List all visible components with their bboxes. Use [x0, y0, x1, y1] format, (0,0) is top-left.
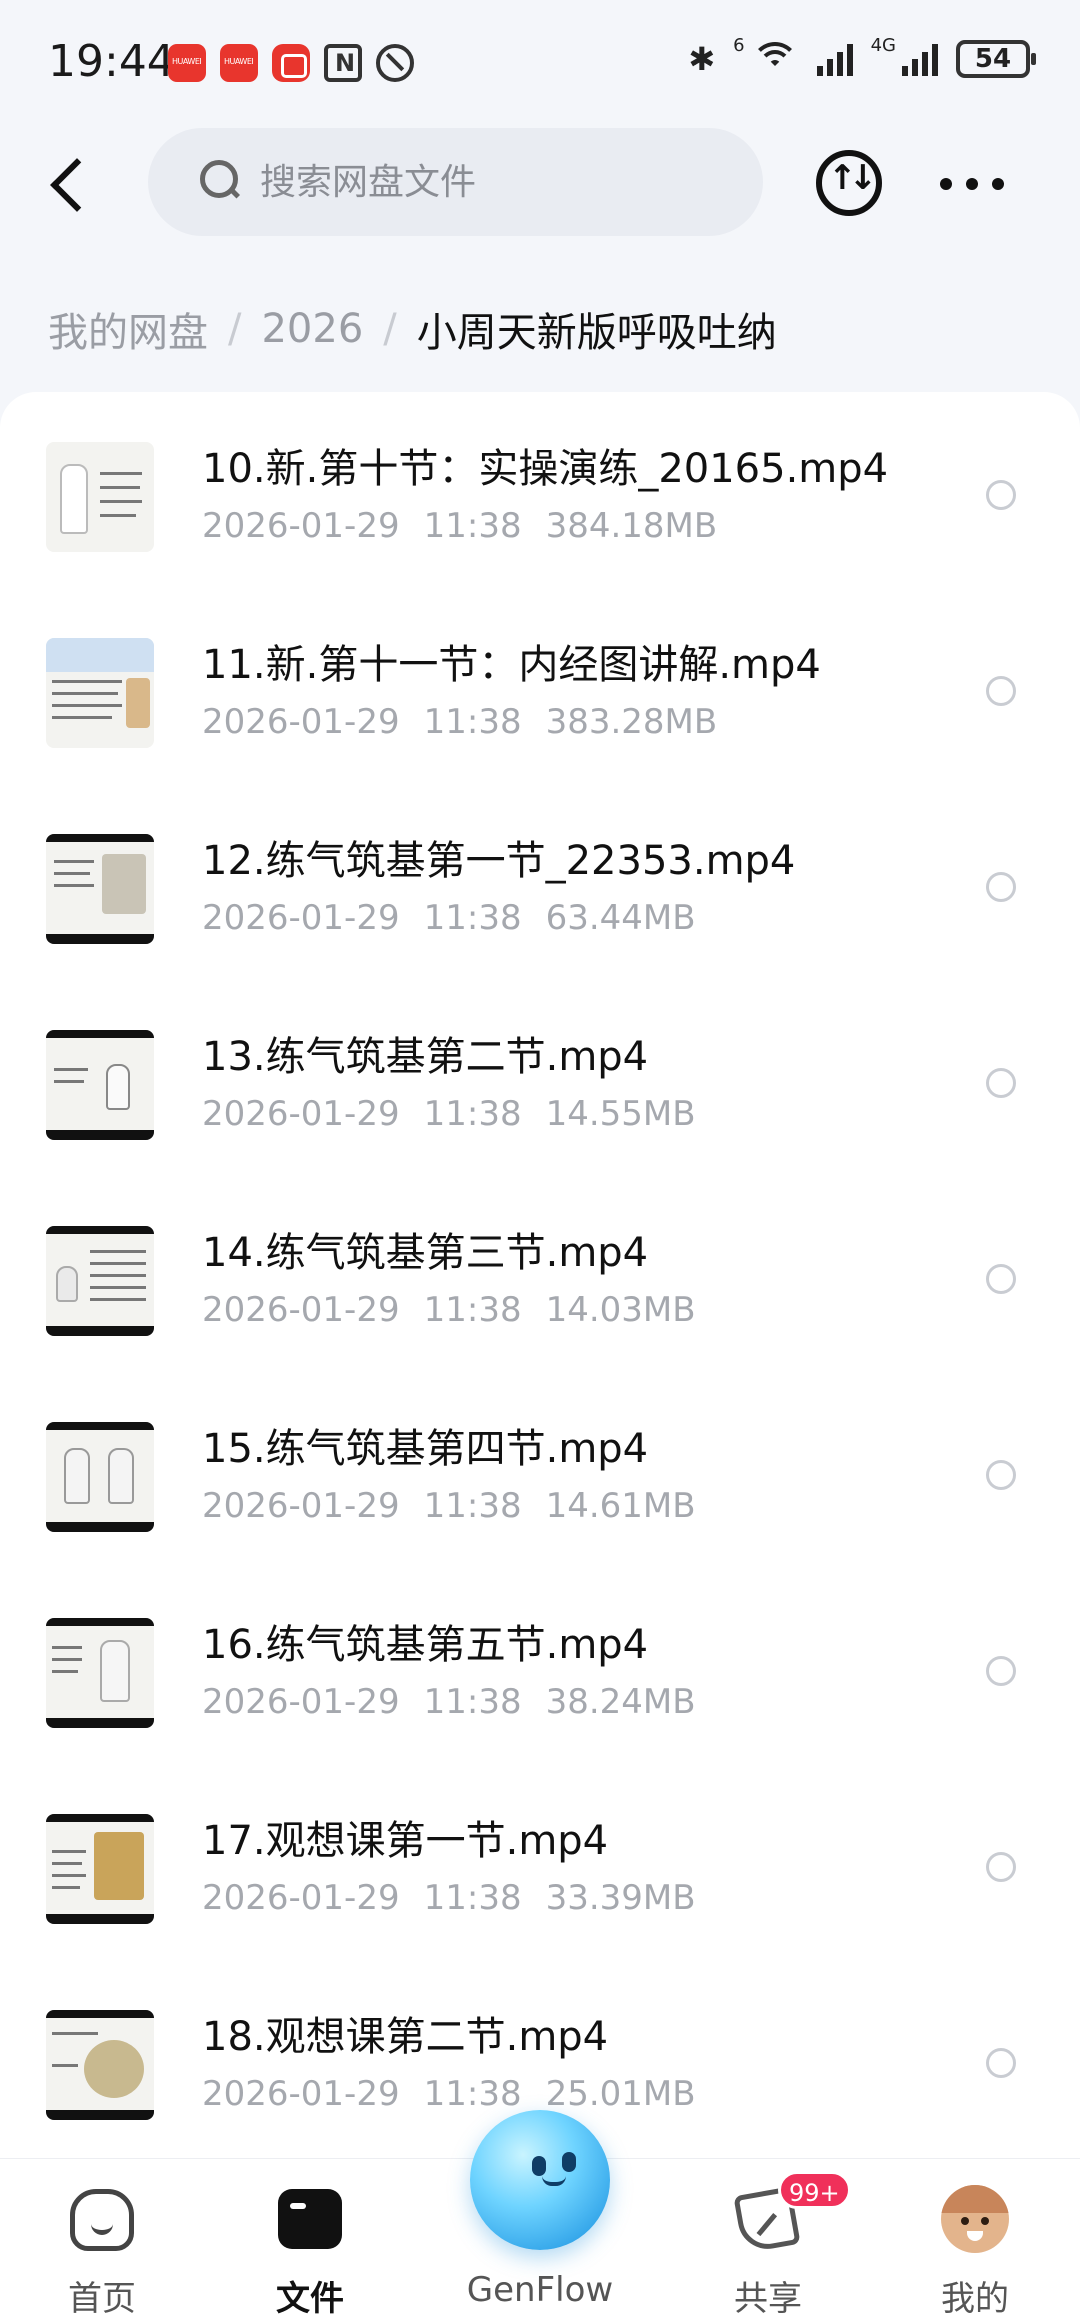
file-row[interactable]: 15.练气筑基第四节.mp4 2026-01-29 11:38 14.61MB [0, 1394, 1080, 1590]
file-name: 12.练气筑基第一节_22353.mp4 [202, 838, 796, 884]
wifi-icon [750, 42, 799, 76]
file-row[interactable]: 11.新.第十一节：内经图讲解.mp4 2026-01-29 11:38 383.2… [0, 610, 1080, 806]
search-box[interactable] [148, 128, 763, 236]
status-bar: 19:44 HUAWEI HUAWEI ✱ 6 4G 54 [0, 0, 1080, 130]
more-button[interactable] [940, 164, 1004, 204]
file-meta: 2026-01-29 11:38 14.61MB [202, 1486, 696, 1526]
genflow-eye [562, 2152, 576, 2172]
select-radio[interactable] [986, 1068, 1016, 1098]
select-radio[interactable] [986, 676, 1016, 706]
nfc-icon [324, 44, 362, 82]
video-thumbnail [46, 1030, 154, 1140]
file-name: 13.练气筑基第二节.mp4 [202, 1034, 649, 1080]
file-row[interactable]: 16.练气筑基第五节.mp4 2026-01-29 11:38 38.24MB [0, 1590, 1080, 1786]
signal-icon [816, 42, 853, 76]
file-name: 15.练气筑基第四节.mp4 [202, 1426, 649, 1472]
file-meta: 2026-01-29 11:38 38.24MB [202, 1682, 696, 1722]
search-input[interactable] [260, 154, 730, 210]
file-row[interactable]: 14.练气筑基第三节.mp4 2026-01-29 11:38 14.03MB [0, 1198, 1080, 1394]
breadcrumb-item-my-drive[interactable]: 我的网盘 [48, 300, 208, 358]
transfer-button[interactable] [816, 150, 882, 216]
status-indicators: ✱ 6 4G 54 [688, 35, 1036, 78]
select-radio[interactable] [986, 872, 1016, 902]
file-name: 17.观想课第一节.mp4 [202, 1818, 609, 1864]
video-thumbnail [46, 1618, 154, 1728]
file-list: 10.新.第十节：实操演练_20165.mp4 2026-01-29 11:38 3… [0, 392, 1080, 2172]
search-icon [200, 160, 240, 200]
video-thumbnail [46, 1814, 154, 1924]
network-type-label: 4G [870, 34, 896, 56]
video-thumbnail [46, 638, 154, 748]
nav-files[interactable]: 文件 [240, 2159, 380, 2324]
select-radio[interactable] [986, 480, 1016, 510]
breadcrumb-item-year[interactable]: 2026 [261, 306, 363, 352]
file-meta: 2026-01-29 11:38 14.03MB [202, 1290, 696, 1330]
file-row[interactable]: 13.练气筑基第二节.mp4 2026-01-29 11:38 14.55MB [0, 1002, 1080, 1198]
file-name: 14.练气筑基第三节.mp4 [202, 1230, 649, 1276]
genflow-eye [532, 2156, 546, 2176]
red-app-icon [272, 44, 310, 82]
file-meta: 2026-01-29 11:38 383.28MB [202, 702, 718, 742]
video-thumbnail [46, 1422, 154, 1532]
file-meta: 2026-01-29 11:38 14.55MB [202, 1094, 696, 1134]
genflow-smile [542, 2176, 566, 2186]
battery-indicator: 54 [956, 40, 1036, 78]
file-row[interactable]: 10.新.第十节：实操演练_20165.mp4 2026-01-29 11:38 3… [0, 414, 1080, 610]
shop-app-icon: HUAWEI [220, 44, 258, 82]
file-row[interactable]: 12.练气筑基第一节_22353.mp4 2026-01-29 11:38 63.4… [0, 806, 1080, 1002]
nav-me[interactable]: 我的 [905, 2159, 1045, 2324]
file-name: 16.练气筑基第五节.mp4 [202, 1622, 649, 1668]
breadcrumb-item-current-folder: 小周天新版呼吸吐纳 [416, 310, 777, 356]
breadcrumb: 我的网盘 / 2026 / 小周天新版呼吸吐纳 [48, 300, 777, 358]
avatar [941, 2185, 1009, 2253]
select-radio[interactable] [986, 1852, 1016, 1882]
video-thumbnail [46, 834, 154, 944]
file-meta: 2026-01-29 11:38 25.01MB [202, 2074, 696, 2114]
file-name: 11.新.第十一节：内经图讲解.mp4 [202, 642, 821, 688]
select-radio[interactable] [986, 2048, 1016, 2078]
select-radio[interactable] [986, 1460, 1016, 1490]
nav-home[interactable]: 首页 [32, 2159, 172, 2324]
nav-me-label: 我的 [941, 2279, 1009, 2319]
folder-icon [278, 2189, 342, 2249]
video-thumbnail [46, 442, 154, 552]
alarm-icon [376, 44, 414, 82]
breadcrumb-separator: / [228, 306, 242, 352]
shop-app-icon: HUAWEI [168, 44, 206, 82]
file-name: 10.新.第十节：实操演练_20165.mp4 [202, 446, 889, 492]
status-time: 19:44 [48, 36, 175, 87]
wifi-label: 6 [733, 34, 745, 56]
share-badge: 99+ [778, 2171, 851, 2209]
file-row[interactable]: 17.观想课第一节.mp4 2026-01-29 11:38 33.39MB [0, 1786, 1080, 1982]
file-meta: 2026-01-29 11:38 63.44MB [202, 898, 696, 938]
file-meta: 2026-01-29 11:38 384.18MB [202, 506, 718, 546]
video-thumbnail [46, 1226, 154, 1336]
signal-icon [902, 42, 938, 76]
video-thumbnail [46, 2010, 154, 2120]
breadcrumb-separator: / [383, 306, 397, 352]
nav-genflow-label: GenFlow [466, 2270, 614, 2310]
home-icon [70, 2189, 134, 2251]
header [0, 128, 1080, 238]
file-meta: 2026-01-29 11:38 33.39MB [202, 1878, 696, 1918]
nav-share-label: 共享 [734, 2279, 802, 2319]
notification-icons: HUAWEI HUAWEI [168, 44, 414, 82]
nav-share[interactable]: 99+ 共享 [698, 2159, 851, 2324]
select-radio[interactable] [986, 1656, 1016, 1686]
back-button[interactable] [40, 148, 100, 218]
genflow-button[interactable] [470, 2110, 610, 2250]
file-name: 18.观想课第二节.mp4 [202, 2014, 609, 2060]
bluetooth-icon: ✱ [688, 40, 716, 78]
nav-home-label: 首页 [68, 2279, 136, 2319]
nav-files-label: 文件 [276, 2279, 344, 2319]
select-radio[interactable] [986, 1264, 1016, 1294]
